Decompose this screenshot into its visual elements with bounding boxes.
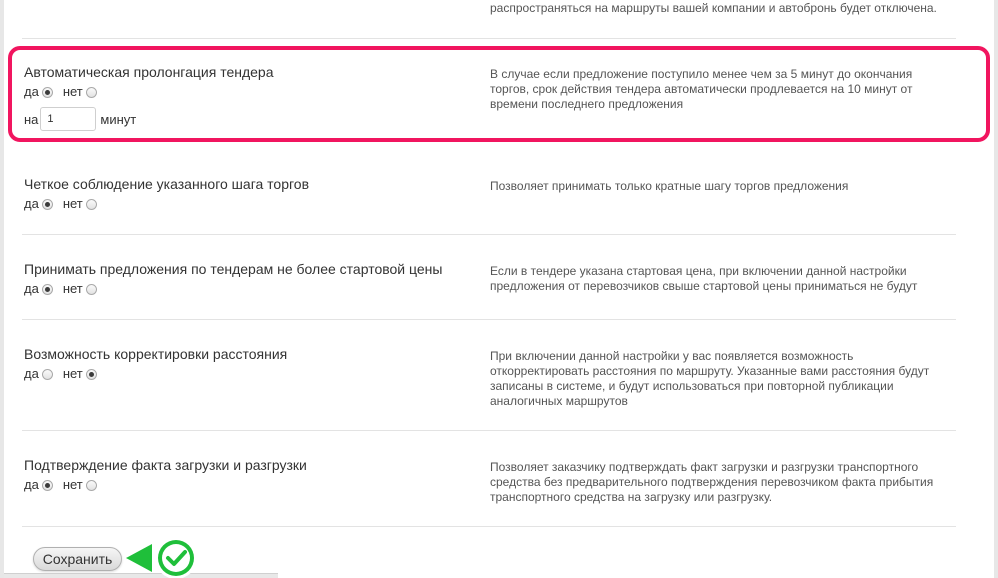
divider [22,234,956,235]
radio-yes-strict-step[interactable] [41,198,53,210]
setting-title-strict-step: Четкое соблюдение указанного шага торгов [24,176,310,192]
setting-title-load-confirmation: Подтверждение факта загрузки и разгрузки [24,457,307,473]
radio-yes-label: да [24,366,39,381]
radio-yes-label: да [24,281,39,296]
divider [22,319,956,320]
radio-no-load-confirmation[interactable] [85,479,97,491]
radio-yes-load-confirmation[interactable] [41,479,53,491]
setting-desc-auto-prolongation: В случае если предложение поступило мене… [490,67,913,111]
radio-no-label: нет [62,84,83,99]
radio-no-auto-prolongation[interactable] [85,86,97,98]
radio-no-max-start-price[interactable] [85,283,97,295]
setting-title-auto-prolongation: Автоматическая пролонгация тендера [24,64,274,80]
radio-no-label: нет [62,366,83,381]
radio-yes-auto-prolongation[interactable] [41,86,53,98]
left-page-border [0,0,4,578]
setting-title-distance-correction: Возможность корректировки расстояния [24,346,288,362]
prolongation-minutes-input[interactable] [40,107,97,131]
radio-no-label: нет [62,477,83,492]
radio-group-load-confirmation: да нет [24,477,107,493]
radio-yes-max-start-price[interactable] [41,283,53,295]
radio-no-strict-step[interactable] [85,198,97,210]
radio-yes-label: да [24,196,39,211]
divider [22,38,956,39]
minutes-suffix: минут [100,111,137,127]
radio-group-auto-prolongation: да нет [24,84,107,100]
radio-yes-label: да [24,84,39,99]
prolongation-minutes-row: на минут [24,107,136,131]
setting-desc-max-start-price: Если в тендере указана стартовая цена, п… [490,264,918,293]
radio-no-label: нет [62,281,83,296]
setting-desc-load-confirmation: Позволяет заказчику подтверждать факт за… [490,460,934,504]
radio-yes-label: да [24,477,39,492]
radio-no-distance-correction[interactable] [85,368,97,380]
check-circle-icon [126,537,197,578]
right-page-border [994,0,998,578]
divider [22,526,956,527]
radio-group-distance-correction: да нет [24,366,107,382]
radio-group-max-start-price: да нет [24,281,107,297]
radio-yes-distance-correction[interactable] [41,368,53,380]
previous-setting-description: распространяться на маршруты вашей компа… [490,1,937,15]
save-button[interactable]: Сохранить [33,547,122,571]
radio-no-label: нет [62,196,83,211]
radio-group-strict-step: да нет [24,196,107,212]
setting-desc-distance-correction: При включении данной настройки у вас поя… [490,349,930,408]
setting-title-max-start-price: Принимать предложения по тендерам не бол… [24,261,443,277]
minutes-prefix: на [24,111,39,127]
divider [22,430,956,431]
setting-desc-strict-step: Позволяет принимать только кратные шагу … [490,179,849,193]
